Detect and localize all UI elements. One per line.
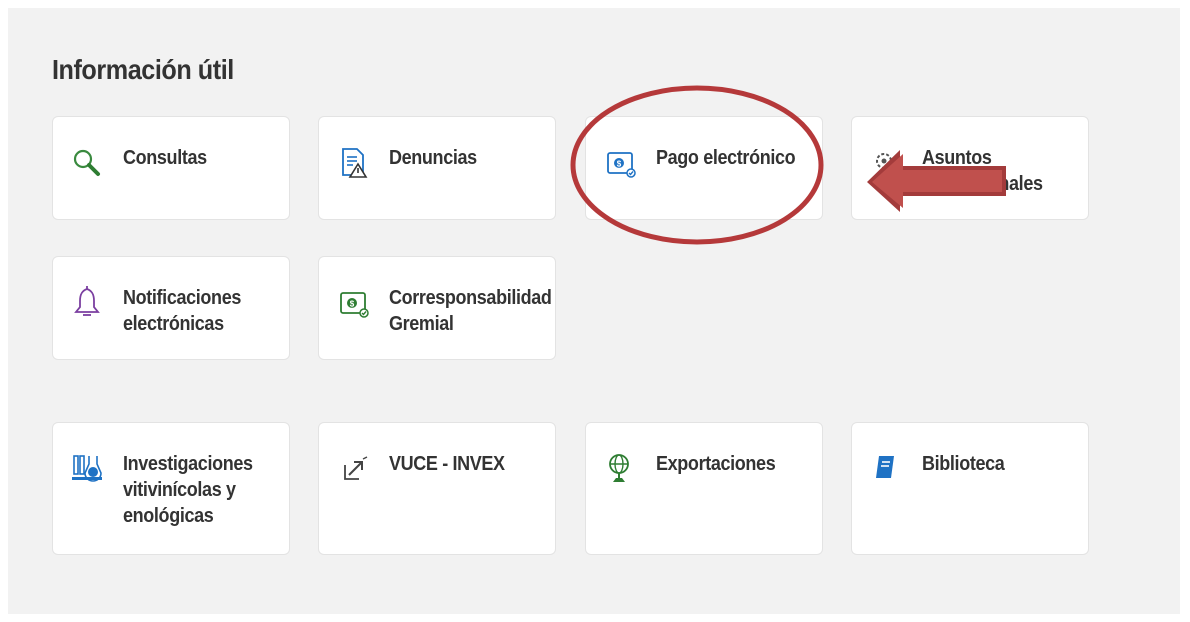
card-label: Pago electrónico [656, 147, 796, 169]
document-warning-icon [342, 148, 368, 178]
lab-flasks-icon [72, 455, 102, 482]
section-title: Información útil [52, 54, 234, 85]
card-exportaciones[interactable]: Exportaciones [585, 422, 823, 555]
card-label: Exportaciones [656, 453, 776, 475]
gears-icon [876, 153, 892, 169]
export-arrow-icon [344, 456, 368, 480]
card-pago-electronico[interactable]: $ Pago electrónico [585, 116, 823, 220]
card-label: Corresponsabilidad Gremial [389, 287, 552, 335]
card-vuce-invex[interactable]: VUCE - INVEX [318, 422, 556, 555]
card-label: Biblioteca [922, 453, 1005, 475]
card-biblioteca[interactable]: Biblioteca [851, 422, 1089, 555]
card-label: Notificaciones electrónicas [123, 287, 241, 335]
card-denuncias[interactable]: Denuncias [318, 116, 556, 220]
card-consultas[interactable]: Consultas [52, 116, 290, 220]
card-label: Asuntos Institucionales [922, 147, 1043, 195]
card-corresponsabilidad-gremial[interactable]: $ Corresponsabilidad Gremial [318, 256, 556, 360]
svg-text:$: $ [617, 160, 622, 169]
svg-text:$: $ [350, 300, 355, 309]
globe-icon [609, 454, 629, 482]
payment-icon: $ [607, 152, 636, 178]
card-notificaciones[interactable]: Notificaciones electrónicas [52, 256, 290, 360]
card-investigaciones[interactable]: Investigaciones vitivinícolas y enológic… [52, 422, 290, 555]
magnifier-icon [73, 149, 100, 176]
payment-check-icon: $ [340, 292, 369, 318]
card-label: Investigaciones vitivinícolas y enológic… [123, 453, 253, 527]
card-label: Denuncias [389, 147, 477, 169]
card-asuntos-institucionales[interactable]: Asuntos Institucionales [851, 116, 1089, 220]
bell-icon [74, 286, 100, 316]
card-label: VUCE - INVEX [389, 453, 505, 475]
book-icon [876, 456, 894, 478]
card-label: Consultas [123, 147, 207, 169]
